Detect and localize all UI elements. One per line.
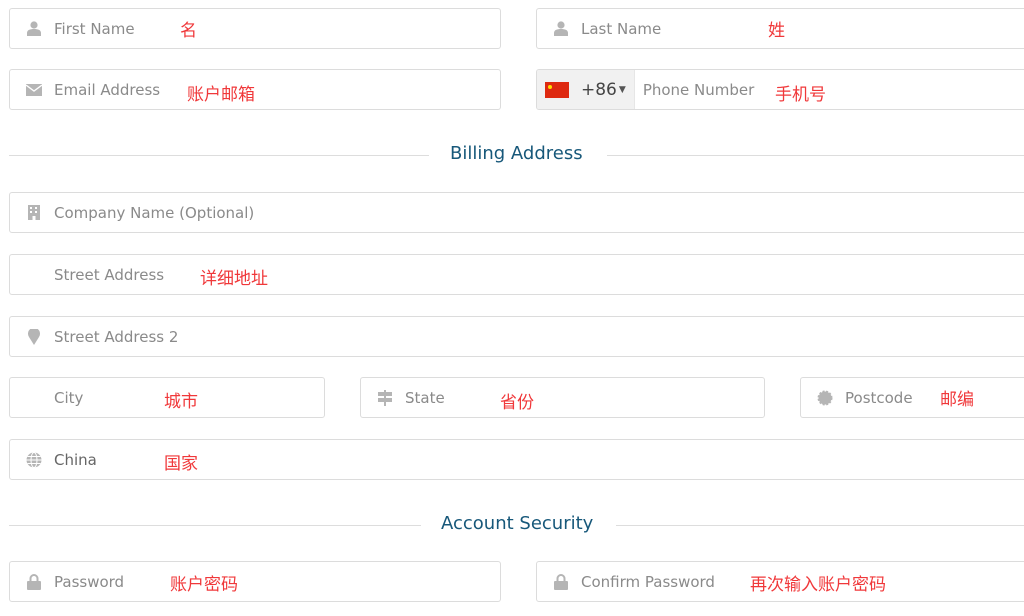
country-select[interactable]: China (9, 439, 1024, 480)
billing-address-heading: Billing Address (450, 143, 583, 164)
postcode-placeholder: Postcode (845, 388, 913, 407)
signpost-icon (377, 389, 393, 406)
phone-annotation: 手机号 (775, 85, 826, 105)
first-name-annotation: 名 (180, 21, 197, 41)
postcode-input[interactable]: Postcode (800, 377, 1024, 418)
billing-address-divider: Billing Address (9, 143, 1024, 164)
account-security-divider: Account Security (9, 513, 1024, 534)
building-icon (26, 205, 42, 221)
certificate-icon (817, 390, 833, 406)
street-annotation: 详细地址 (200, 269, 268, 289)
city-annotation: 城市 (164, 392, 198, 412)
first-name-placeholder: First Name (54, 19, 135, 38)
confirm-password-placeholder: Confirm Password (581, 572, 715, 591)
state-placeholder: State (405, 388, 445, 407)
first-name-input[interactable]: First Name (9, 8, 501, 49)
postcode-annotation: 邮编 (940, 390, 974, 410)
map-marker-icon (26, 328, 42, 345)
street-address-2-placeholder: Street Address 2 (54, 327, 179, 346)
country-value: China (54, 450, 97, 469)
password-input[interactable]: Password (9, 561, 501, 602)
envelope-icon (26, 82, 42, 98)
company-placeholder: Company Name (Optional) (54, 203, 255, 222)
email-placeholder: Email Address (54, 80, 161, 99)
country-code-dropdown[interactable]: +86 ▼ (537, 70, 635, 109)
account-security-heading: Account Security (441, 513, 594, 534)
globe-icon (26, 451, 42, 468)
street-address-placeholder: Street Address (54, 265, 165, 284)
lock-icon (26, 573, 42, 590)
city-placeholder: City (54, 388, 84, 407)
state-input[interactable]: State (360, 377, 765, 418)
phone-placeholder: Phone Number (642, 80, 755, 99)
email-input[interactable]: Email Address (9, 69, 501, 110)
confirm-password-annotation: 再次输入账户密码 (750, 575, 886, 595)
company-input[interactable]: Company Name (Optional) (9, 192, 1024, 233)
street-address-2-input[interactable]: Street Address 2 (9, 316, 1024, 357)
china-flag-icon (545, 81, 569, 98)
country-code: +86 (581, 79, 617, 100)
country-annotation: 国家 (164, 454, 198, 474)
email-annotation: 账户邮箱 (187, 85, 255, 105)
last-name-annotation: 姓 (768, 21, 785, 41)
street-address-input[interactable]: Street Address (9, 254, 1024, 295)
lock-icon (553, 573, 569, 590)
caret-down-icon: ▼ (618, 84, 626, 95)
last-name-placeholder: Last Name (581, 19, 662, 38)
user-icon (553, 21, 569, 37)
password-annotation: 账户密码 (170, 575, 238, 595)
user-icon (26, 21, 42, 37)
state-annotation: 省份 (500, 393, 534, 413)
password-placeholder: Password (54, 572, 125, 591)
